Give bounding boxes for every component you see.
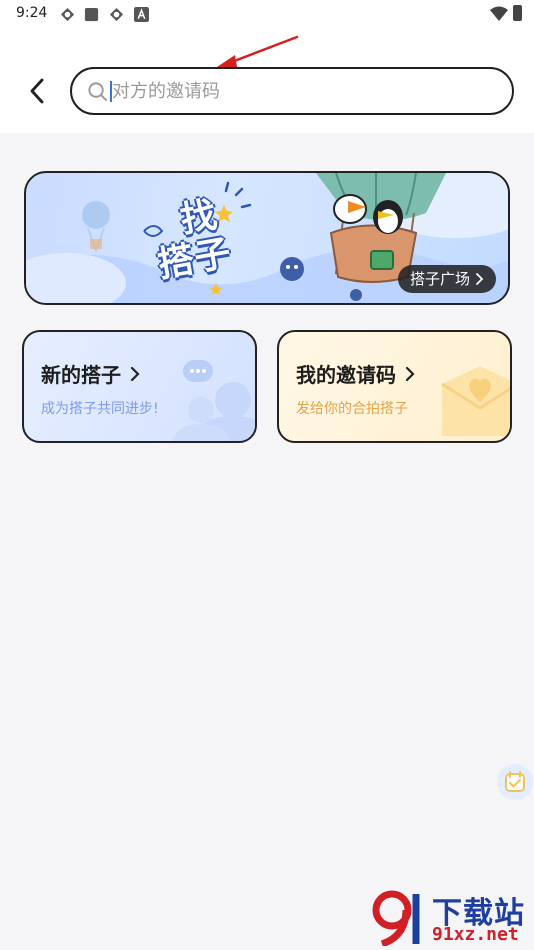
new-partner-title-text: 新的搭子 (41, 363, 121, 387)
status-time: 9:24 (16, 5, 48, 21)
partner-plaza-label: 搭子广场 (409, 270, 470, 288)
watermark-logo-icon (372, 890, 420, 946)
app-notification-icon (60, 7, 75, 22)
find-partner-banner[interactable]: 找 搭子 搭子广场 (24, 171, 510, 305)
back-arrow-icon[interactable] (24, 76, 52, 106)
my-invite-code-title: 我的邀请码 (296, 359, 416, 388)
envelope-heart-icon (441, 366, 510, 436)
annotation-arrow-icon (217, 35, 299, 67)
people-group-icon (172, 360, 255, 441)
new-partner-title: 新的搭子 (41, 359, 141, 388)
new-partner-subtitle: 成为搭子共同进步! (41, 401, 159, 417)
app-square-icon (84, 7, 99, 22)
search-icon (88, 82, 108, 102)
new-partner-card[interactable]: 新的搭子 成为搭子共同进步! (22, 330, 257, 443)
floating-assistant-button[interactable] (497, 764, 533, 800)
status-bar: 9:24 (0, 0, 534, 30)
invite-code-input[interactable] (112, 77, 492, 106)
watermark-url: 91xz.net (432, 924, 519, 945)
partner-plaza-link[interactable]: 搭子广场 (397, 265, 496, 293)
my-invite-code-title-text: 我的邀请码 (296, 363, 396, 387)
app-notification-icon-2 (109, 7, 124, 22)
calendar-check-icon (505, 771, 525, 792)
app-a-icon (134, 7, 149, 22)
wifi-icon (490, 6, 508, 21)
battery-icon (513, 5, 522, 21)
watermark: 下载站 91xz.net (368, 886, 534, 950)
my-invite-code-subtitle: 发给你的合拍搭子 (296, 401, 408, 417)
chevron-right-icon (476, 273, 484, 285)
chevron-right-icon (405, 366, 415, 381)
chevron-right-icon (130, 366, 140, 381)
my-invite-code-card[interactable]: 我的邀请码 发给你的合拍搭子 (277, 330, 512, 443)
invite-code-search[interactable] (70, 67, 514, 115)
